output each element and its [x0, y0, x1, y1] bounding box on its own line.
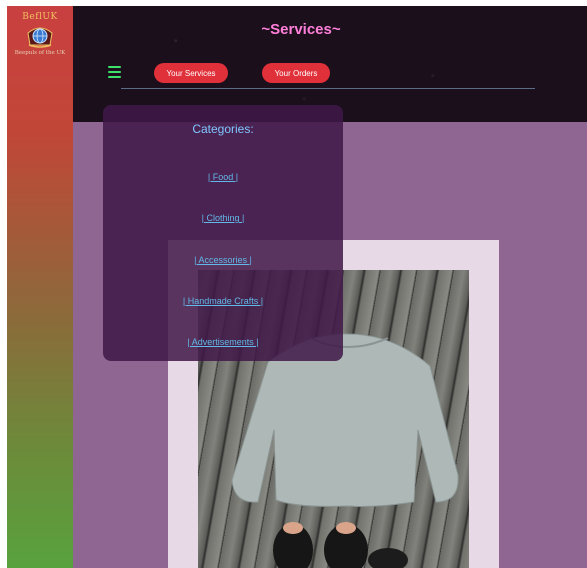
hamburger-icon[interactable] [108, 66, 121, 78]
your-services-button[interactable]: Your Services [154, 63, 228, 83]
logo[interactable]: BeflUK Beepuls of the UK [7, 12, 73, 56]
category-link-accessories[interactable]: | Accessories | [103, 255, 343, 265]
sidebar: BeflUK Beepuls of the UK [7, 6, 73, 568]
globe-icon [27, 27, 53, 48]
logo-subtitle: Beepuls of the UK [14, 50, 66, 56]
your-orders-button[interactable]: Your Orders [262, 63, 330, 83]
page-title: ~Services~ [261, 21, 341, 38]
category-link-handmade-crafts[interactable]: | Handmade Crafts | [103, 296, 343, 306]
categories-menu: Categories: | Food | | Clothing | | Acce… [103, 105, 343, 361]
category-link-advertisements[interactable]: | Advertisements | [103, 337, 343, 347]
header-divider [121, 88, 535, 89]
categories-heading: Categories: [192, 122, 254, 136]
logo-title: BeflUK [22, 12, 58, 22]
category-link-food[interactable]: | Food | [103, 172, 343, 182]
category-link-clothing[interactable]: | Clothing | [103, 213, 343, 223]
